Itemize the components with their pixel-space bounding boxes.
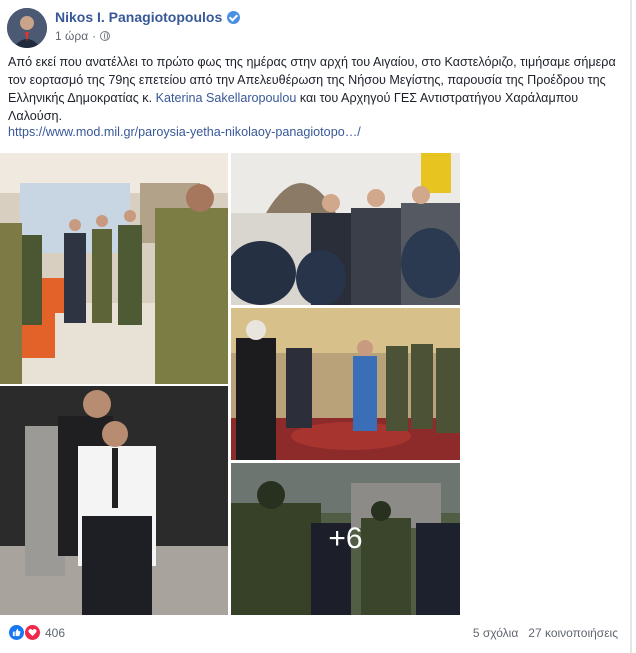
photo-ceremony-hall[interactable] xyxy=(0,153,228,384)
post-meta: 1 ώρα · xyxy=(55,29,111,43)
reaction-count: 406 xyxy=(45,625,66,640)
post-text: Από εκεί που ανατέλλει το πρώτο φως της … xyxy=(8,53,628,125)
photo-president-church[interactable] xyxy=(231,308,460,460)
verified-badge-icon xyxy=(227,10,241,24)
photo-church-officials[interactable] xyxy=(231,153,460,305)
shares-count-link[interactable]: 27 κοινοποιήσεις xyxy=(528,626,618,640)
post-time[interactable]: 1 ώρα xyxy=(55,29,88,43)
heart-icon xyxy=(24,624,41,641)
facebook-post: Nikos I. Panagiotopoulos 1 ώρα · Από εκε… xyxy=(0,0,632,653)
more-photos-overlay[interactable]: +6 xyxy=(231,463,460,615)
author-avatar[interactable] xyxy=(7,8,47,48)
comments-count-link[interactable]: 5 σχόλια xyxy=(473,626,518,640)
author-row: Nikos I. Panagiotopoulos xyxy=(55,9,241,25)
photo-soldiers-more[interactable]: +6 xyxy=(231,463,460,615)
meta-separator: · xyxy=(92,29,97,43)
photo-minister-aircraft[interactable] xyxy=(0,386,228,615)
author-name[interactable]: Nikos I. Panagiotopoulos xyxy=(55,9,222,25)
reactions-summary[interactable]: 406 xyxy=(8,624,65,641)
mention-link[interactable]: Katerina Sakellaropoulou xyxy=(156,91,297,105)
engagement-stats: 5 σχόλια 27 κοινοποιήσεις xyxy=(473,626,618,640)
globe-icon[interactable] xyxy=(100,31,111,41)
thumbs-up-icon xyxy=(8,624,25,641)
post-url-link[interactable]: https://www.mod.mil.gr/paroysia-yetha-ni… xyxy=(8,125,361,139)
